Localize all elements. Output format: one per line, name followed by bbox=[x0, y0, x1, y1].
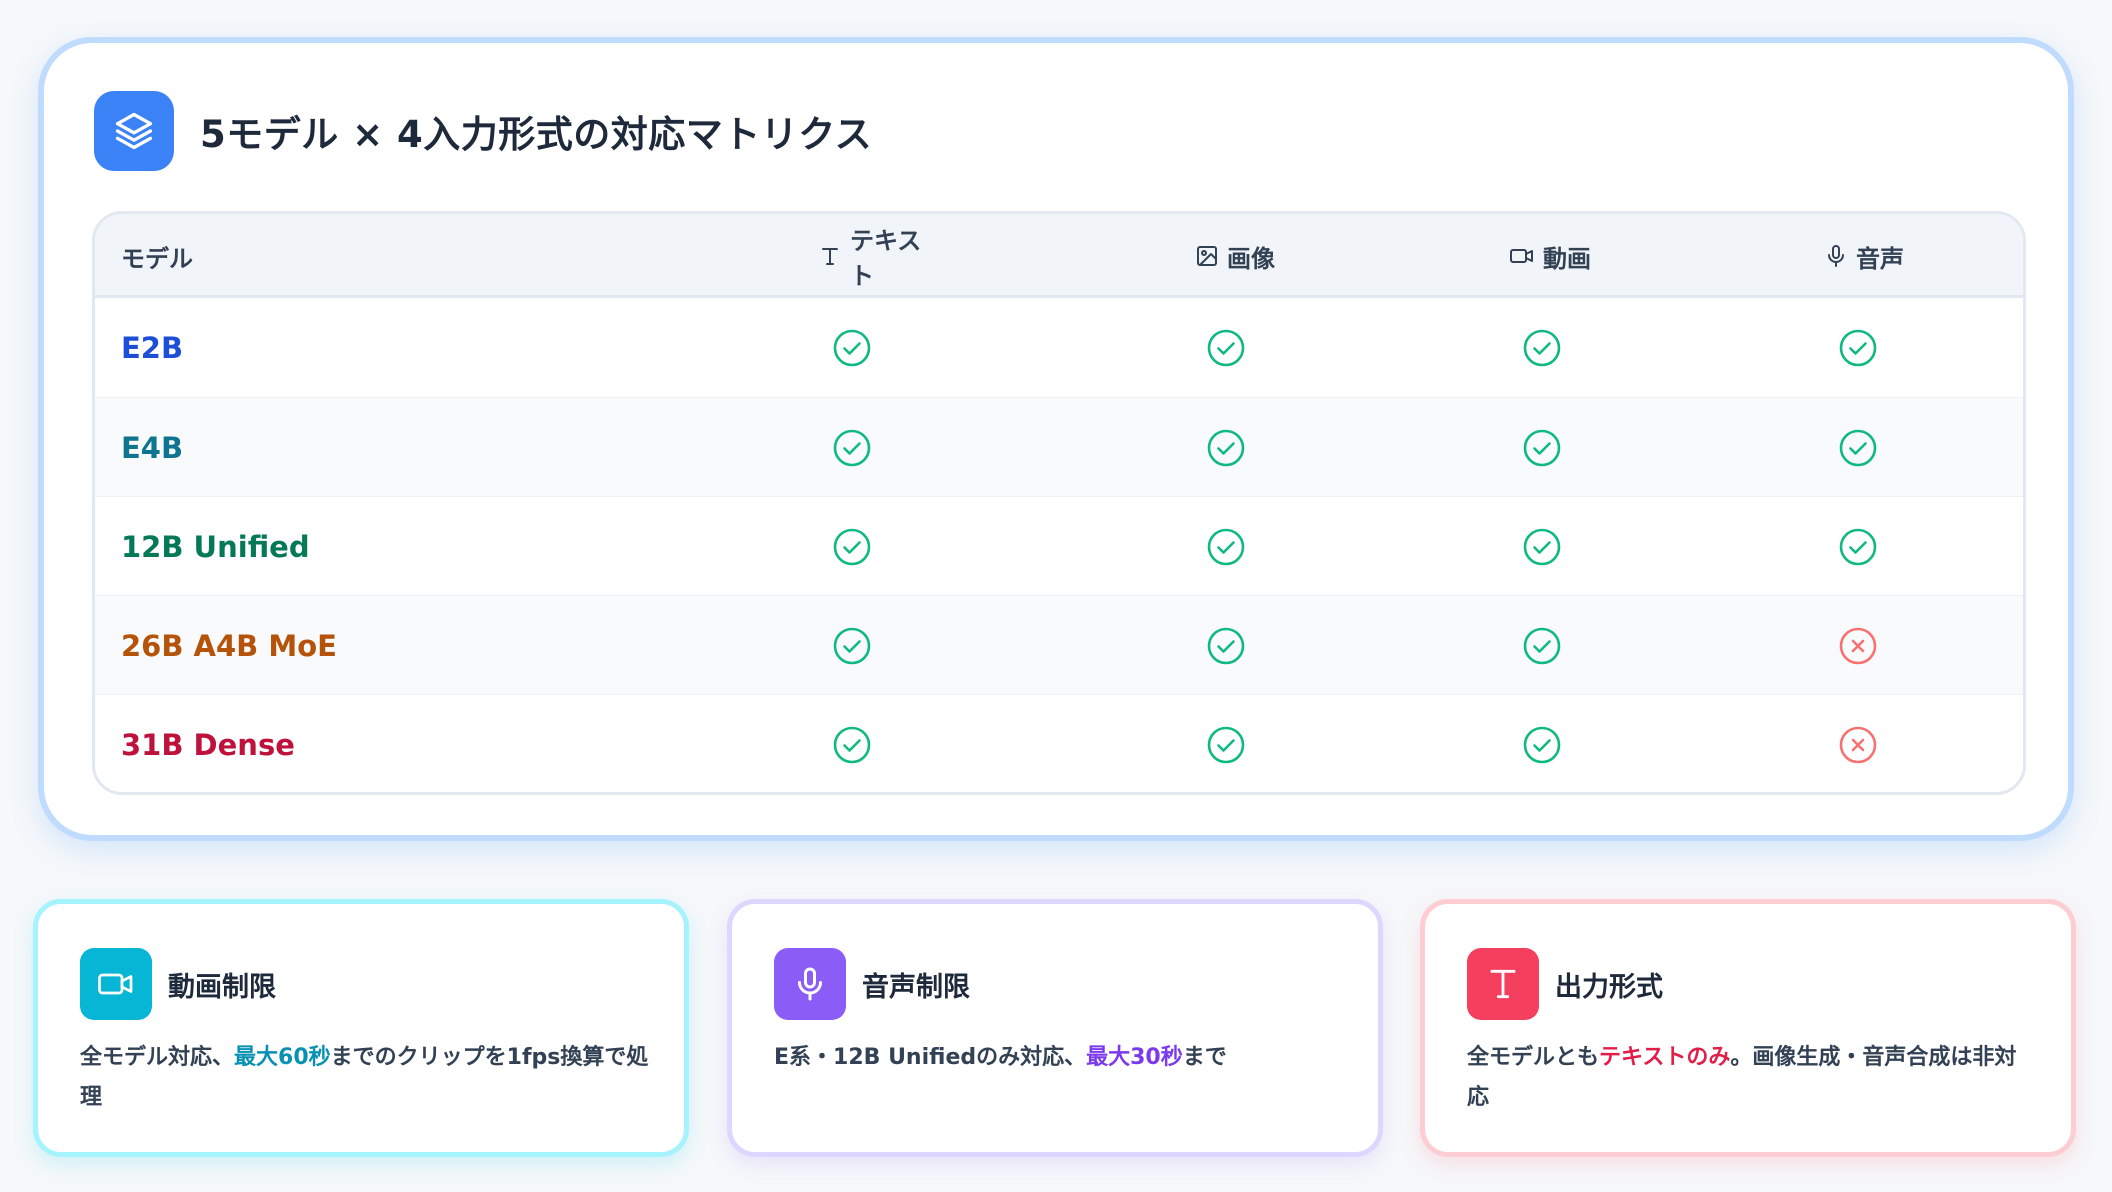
video-limit-title: 動画制限 bbox=[168, 971, 276, 1003]
layers-icon bbox=[94, 91, 174, 171]
check-circle-icon bbox=[833, 329, 871, 366]
cell-image bbox=[1206, 596, 1246, 695]
audio-limit-highlight: 最大30秒 bbox=[1086, 1045, 1183, 1070]
check-circle-icon bbox=[1207, 329, 1245, 366]
output-format-title: 出力形式 bbox=[1555, 971, 1663, 1003]
check-circle-icon bbox=[1523, 528, 1561, 565]
check-circle-icon bbox=[1839, 429, 1877, 466]
cell-audio bbox=[1838, 398, 1878, 497]
cell-image bbox=[1206, 497, 1246, 596]
check-circle-icon bbox=[833, 627, 871, 664]
output-format-highlight: テキストのみ bbox=[1599, 1045, 1731, 1070]
check-circle-icon bbox=[1207, 627, 1245, 664]
table-row: 26B A4B MoE bbox=[95, 595, 2023, 694]
page-title: 5モデル × 4入力形式の対応マトリクス bbox=[200, 113, 873, 156]
audio-limit-title: 音声制限 bbox=[862, 971, 970, 1003]
header-audio: 音声 bbox=[1824, 214, 1924, 298]
output-format-text-pre: 全モデルとも bbox=[1467, 1045, 1600, 1070]
card-header: 5モデル × 4入力形式の対応マトリクス bbox=[94, 91, 872, 171]
header-video-label: 動画 bbox=[1543, 244, 1591, 273]
check-circle-icon bbox=[833, 429, 871, 466]
audio-limit-header: 音声制限 bbox=[774, 948, 970, 1020]
microphone-icon bbox=[774, 948, 846, 1020]
video-limit-text-pre: 全モデル対応、 bbox=[80, 1045, 235, 1070]
support-matrix-table: モデル テキスト 画像 動画 音声 E2B E4B 12B Unified 26… bbox=[92, 211, 2026, 795]
audio-limit-text-pre: E系・12B Unifiedのみ対応、 bbox=[774, 1045, 1087, 1070]
table-row: 12B Unified bbox=[95, 496, 2023, 595]
cell-audio bbox=[1838, 298, 1878, 397]
cell-text bbox=[832, 298, 872, 397]
x-circle-icon bbox=[1839, 627, 1877, 664]
x-circle-icon bbox=[1839, 726, 1877, 763]
cell-audio bbox=[1838, 497, 1878, 596]
cell-audio bbox=[1838, 695, 1878, 792]
cell-image bbox=[1206, 298, 1246, 397]
video-limit-card: 動画制限 全モデル対応、最大60秒までのクリップを1fps換算で処理 bbox=[33, 899, 689, 1157]
microphone-icon bbox=[1824, 244, 1848, 268]
video-limit-highlight: 最大60秒 bbox=[234, 1045, 331, 1070]
table-row: E2B bbox=[95, 298, 2023, 397]
check-circle-icon bbox=[1839, 329, 1877, 366]
table-row: E4B bbox=[95, 397, 2023, 496]
header-text-label: テキスト bbox=[850, 227, 922, 290]
check-circle-icon bbox=[1207, 429, 1245, 466]
header-image: 画像 bbox=[1195, 214, 1295, 298]
video-icon bbox=[1509, 244, 1535, 268]
cell-video bbox=[1522, 695, 1562, 792]
type-icon bbox=[818, 244, 842, 268]
video-icon bbox=[80, 948, 152, 1020]
table-header: モデル テキスト 画像 動画 音声 bbox=[95, 214, 2023, 298]
cell-text bbox=[832, 497, 872, 596]
support-matrix-card: 5モデル × 4入力形式の対応マトリクス モデル テキスト 画像 動画 音声 E… bbox=[38, 37, 2074, 841]
image-icon bbox=[1195, 244, 1219, 268]
cell-text bbox=[832, 695, 872, 792]
cell-video bbox=[1522, 596, 1562, 695]
header-image-label: 画像 bbox=[1227, 244, 1275, 273]
model-name: E2B bbox=[121, 330, 184, 365]
check-circle-icon bbox=[1523, 429, 1561, 466]
output-format-header: 出力形式 bbox=[1467, 948, 1663, 1020]
model-name: 12B Unified bbox=[121, 529, 310, 564]
check-circle-icon bbox=[1207, 528, 1245, 565]
check-circle-icon bbox=[1523, 726, 1561, 763]
table-body: E2B E4B 12B Unified 26B A4B MoE 31B Dense bbox=[95, 298, 2023, 792]
header-model: モデル bbox=[121, 244, 193, 273]
model-name: 26B A4B MoE bbox=[121, 628, 337, 663]
audio-limit-text-post: まで bbox=[1182, 1045, 1227, 1070]
cell-video bbox=[1522, 298, 1562, 397]
check-circle-icon bbox=[1523, 329, 1561, 366]
video-limit-description: 全モデル対応、最大60秒までのクリップを1fps換算で処理 bbox=[80, 1038, 650, 1118]
header-video: 動画 bbox=[1509, 214, 1609, 298]
cell-image bbox=[1206, 695, 1246, 792]
cell-audio bbox=[1838, 596, 1878, 695]
video-limit-header: 動画制限 bbox=[80, 948, 276, 1020]
header-audio-label: 音声 bbox=[1856, 244, 1904, 273]
check-circle-icon bbox=[1207, 726, 1245, 763]
output-format-description: 全モデルともテキストのみ。画像生成・音声合成は非対応 bbox=[1467, 1038, 2037, 1118]
output-format-card: 出力形式 全モデルともテキストのみ。画像生成・音声合成は非対応 bbox=[1420, 899, 2076, 1157]
cell-text bbox=[832, 596, 872, 695]
check-circle-icon bbox=[1523, 627, 1561, 664]
cell-video bbox=[1522, 497, 1562, 596]
check-circle-icon bbox=[833, 528, 871, 565]
audio-limit-description: E系・12B Unifiedのみ対応、最大30秒まで bbox=[774, 1038, 1344, 1078]
cell-video bbox=[1522, 398, 1562, 497]
model-name: 31B Dense bbox=[121, 727, 295, 762]
audio-limit-card: 音声制限 E系・12B Unifiedのみ対応、最大30秒まで bbox=[727, 899, 1383, 1157]
type-icon bbox=[1467, 948, 1539, 1020]
table-row: 31B Dense bbox=[95, 694, 2023, 792]
model-name: E4B bbox=[121, 430, 184, 465]
cell-image bbox=[1206, 398, 1246, 497]
header-text: テキスト bbox=[818, 214, 938, 298]
check-circle-icon bbox=[833, 726, 871, 763]
check-circle-icon bbox=[1839, 528, 1877, 565]
cell-text bbox=[832, 398, 872, 497]
